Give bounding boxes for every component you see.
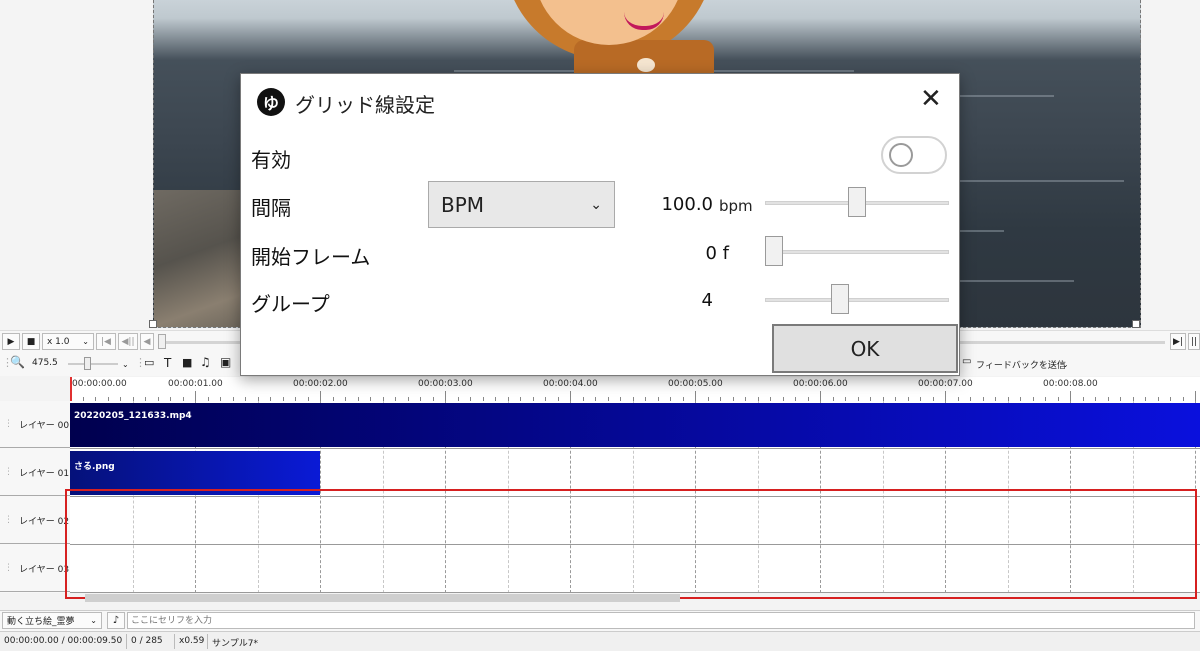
ruler-minor-tick	[195, 391, 196, 401]
feedback-icon: ▭	[962, 356, 972, 367]
chevron-down-icon: ⌄	[90, 616, 97, 625]
interval-unit: bpm	[719, 197, 753, 215]
voice-settings-button[interactable]: ♪	[107, 612, 125, 629]
frame-back-button[interactable]: ◀	[140, 333, 154, 350]
group-slider-thumb[interactable]	[831, 284, 850, 314]
chevron-down-icon[interactable]: ⌄	[1062, 360, 1069, 369]
grip-icon: ⋮	[4, 467, 13, 477]
monkey-badge	[637, 58, 655, 72]
speech-bar: 動く立ち絵_霊夢 ⌄ ♪	[0, 610, 1200, 631]
ruler-minor-tick	[1195, 391, 1196, 401]
group-value: 4	[701, 290, 713, 311]
camera-icon[interactable]: ■	[182, 356, 192, 369]
image-icon[interactable]: ▣	[220, 355, 231, 369]
ok-button[interactable]: OK	[772, 324, 958, 373]
zoom-value: 475.5	[32, 358, 58, 368]
ruler-tick-label: 00:00:02.00	[293, 379, 348, 389]
toggle-knob	[889, 143, 913, 167]
ruler-minor-tick	[945, 391, 946, 401]
ruler-tick-label: 00:00:07.00	[918, 379, 973, 389]
ruler-tick-label: 00:00:06.00	[793, 379, 848, 389]
status-time: 00:00:00.00 / 00:00:09.50	[4, 636, 123, 646]
feedback-button[interactable]: フィードバックを送信	[976, 358, 1066, 371]
ruler-minor-tick	[445, 391, 446, 401]
ruler-minor-tick	[570, 391, 571, 401]
pause-button[interactable]: ||	[1188, 333, 1200, 350]
grip-icon: ⋮	[4, 515, 13, 525]
start-frame-value: 0 f	[705, 243, 729, 264]
ruler-tick-label: 00:00:04.00	[543, 379, 598, 389]
chat-icon[interactable]: ▭	[144, 356, 154, 369]
enabled-label: 有効	[251, 148, 291, 172]
ruler-tick-label: 00:00:00.00	[72, 379, 127, 389]
text-icon[interactable]: T	[164, 356, 171, 370]
zoom-icon: 🔍	[10, 355, 25, 369]
group-label: グループ	[251, 292, 330, 316]
step-back-button[interactable]: ◀||	[118, 333, 138, 350]
interval-value: 100.0	[661, 194, 713, 215]
layer-label-00[interactable]: ⋮ レイヤー 00	[0, 401, 70, 448]
pause-icon: ||	[1190, 336, 1198, 347]
playhead[interactable]	[70, 377, 72, 401]
grip-icon: ⋮	[4, 563, 13, 573]
app-logo-icon: ゆ	[257, 88, 285, 116]
start-frame-label: 開始フレーム	[251, 245, 371, 269]
zoom-slider[interactable]	[68, 363, 118, 365]
clip-video[interactable]: 20220205_121633.mp4	[70, 403, 1200, 447]
grid-settings-dialog: ゆ グリッド線設定 ✕ 有効 間隔 BPM ⌄ 100.0 bpm 開始フレーム…	[240, 73, 960, 376]
frame-forward-icon: ▶|	[1173, 336, 1183, 347]
ruler-minor-tick	[820, 391, 821, 401]
stop-button[interactable]: ■	[22, 333, 40, 350]
status-project: サンプル7*	[212, 639, 258, 649]
chevron-down-icon: ⌄	[590, 196, 602, 213]
layer-list: ⋮ レイヤー 00 ⋮ レイヤー 01 ⋮ レイヤー 02 ⋮ レイヤー 03	[0, 401, 71, 593]
skip-start-button[interactable]: |◀	[96, 333, 116, 350]
resize-handle-bottom-left[interactable]	[149, 320, 157, 328]
layer-label-02[interactable]: ⋮ レイヤー 02	[0, 497, 70, 544]
group-slider[interactable]	[765, 298, 949, 302]
play-button[interactable]: ▶	[2, 333, 20, 350]
interval-mode-select[interactable]: BPM ⌄	[428, 181, 615, 228]
ruler-minor-tick	[1070, 391, 1071, 401]
zoom-slider-thumb[interactable]	[84, 357, 91, 370]
ruler-tick-label: 00:00:08.00	[1043, 379, 1098, 389]
frame-back-icon: ◀	[143, 336, 151, 347]
grip-icon: ⋮	[4, 419, 13, 429]
resize-handle-bottom-right[interactable]	[1132, 320, 1140, 328]
layer-label-03[interactable]: ⋮ レイヤー 03	[0, 545, 70, 592]
layer-label-01[interactable]: ⋮ レイヤー 01	[0, 449, 70, 496]
dialog-title: グリッド線設定	[295, 93, 435, 117]
step-back-icon: ◀||	[121, 336, 135, 347]
chevron-down-icon: ⌄	[82, 337, 89, 346]
music-icon[interactable]: ♫	[200, 355, 211, 369]
status-bar: 00:00:00.00 / 00:00:09.50 0 / 285 x0.59 …	[0, 631, 1200, 651]
start-frame-slider[interactable]	[765, 250, 949, 254]
play-icon: ▶	[7, 336, 15, 347]
start-frame-slider-thumb[interactable]	[765, 236, 783, 266]
ruler-tick-label: 00:00:05.00	[668, 379, 723, 389]
chevron-down-icon[interactable]: ⌄	[122, 360, 129, 369]
stop-icon: ■	[26, 336, 36, 347]
interval-slider-thumb[interactable]	[848, 187, 866, 217]
ruler-minor-tick	[695, 391, 696, 401]
highlight-box	[65, 489, 1197, 599]
ruler-minor-tick	[320, 391, 321, 401]
seek-thumb[interactable]	[158, 334, 166, 349]
speed-select[interactable]: x 1.0 ⌄	[42, 333, 94, 350]
frame-forward-button[interactable]: ▶|	[1170, 333, 1186, 350]
ruler-tick-label: 00:00:01.00	[168, 379, 223, 389]
status-frames: 0 / 285	[131, 636, 163, 646]
ruler-tick-label: 00:00:03.00	[418, 379, 473, 389]
skip-start-icon: |◀	[101, 336, 111, 347]
character-select[interactable]: 動く立ち絵_霊夢 ⌄	[2, 612, 102, 629]
time-ruler[interactable]: 00:00:00.00 00:00:01.00 00:00:02.00 00:00:0…	[70, 377, 1200, 402]
status-scale: x0.59	[179, 636, 205, 646]
interval-label: 間隔	[251, 196, 291, 220]
horizontal-scrollbar[interactable]	[85, 594, 680, 602]
close-icon[interactable]: ✕	[920, 84, 942, 114]
voice-icon: ♪	[112, 615, 120, 626]
enabled-toggle[interactable]	[881, 136, 947, 174]
speech-input[interactable]	[127, 612, 1195, 629]
